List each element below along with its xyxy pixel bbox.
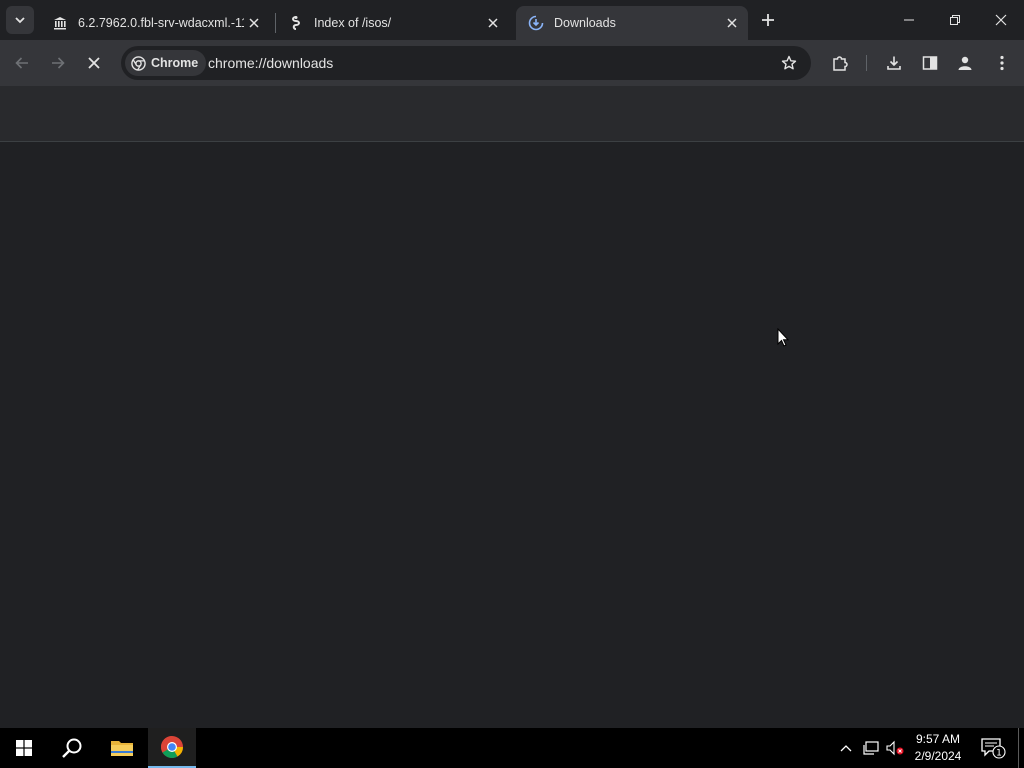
extensions-button[interactable]	[826, 49, 854, 77]
show-desktop-button[interactable]	[1018, 728, 1019, 768]
chrome-taskbar-button[interactable]	[148, 728, 196, 768]
chip-label: Chrome	[151, 56, 199, 70]
search-icon	[62, 738, 82, 758]
network-icon	[863, 741, 879, 755]
network-button[interactable]	[860, 728, 882, 768]
star-icon	[781, 55, 797, 70]
tab-3-title: Downloads	[554, 16, 616, 30]
tab-1-close-icon[interactable]	[244, 13, 264, 33]
folder-icon	[111, 741, 133, 756]
puzzle-icon	[833, 56, 848, 71]
tab-1-title: 6.2.7962.0.fbl-srv-wdacxml.-110	[78, 16, 244, 30]
chrome-icon	[161, 736, 183, 758]
download-icon	[528, 15, 544, 31]
windows-logo-icon	[16, 740, 32, 756]
url-text[interactable]: chrome://downloads	[208, 55, 333, 71]
close-icon	[995, 14, 1007, 26]
tab-3-close-icon[interactable]	[722, 13, 742, 33]
mouse-cursor-icon	[777, 327, 790, 352]
show-hidden-icons-button[interactable]	[836, 728, 856, 768]
forward-button[interactable]	[44, 49, 72, 77]
notification-icon: 1	[981, 738, 1006, 759]
bookmark-star-button[interactable]	[777, 51, 801, 75]
tab-search-button[interactable]	[6, 6, 34, 34]
restore-button[interactable]	[932, 0, 978, 40]
action-center-button[interactable]: 1	[978, 728, 1008, 768]
search-button[interactable]	[48, 728, 96, 768]
start-button[interactable]	[0, 728, 48, 768]
browser-toolbar: Chrome chrome://downloads	[0, 40, 1024, 86]
back-arrow-icon	[15, 57, 28, 69]
tab-2-close-icon[interactable]	[483, 13, 503, 33]
downloads-button[interactable]	[880, 49, 908, 77]
close-window-button[interactable]	[978, 0, 1024, 40]
volume-muted-icon	[886, 740, 904, 756]
menu-button[interactable]	[988, 49, 1016, 77]
clock-date: 2/9/2024	[914, 749, 962, 763]
stop-loading-button[interactable]	[80, 49, 108, 77]
chrome-site-chip[interactable]: Chrome	[125, 50, 207, 76]
notification-count: 1	[996, 749, 1002, 759]
system-clock[interactable]: 9:57 AM 2/9/2024	[905, 731, 971, 765]
minimize-button[interactable]	[886, 0, 932, 40]
file-explorer-button[interactable]	[98, 728, 146, 768]
new-tab-button[interactable]	[756, 8, 780, 32]
stop-x-icon	[88, 57, 100, 69]
tab-2-title: Index of /isos/	[314, 16, 392, 30]
downloads-header	[0, 86, 1024, 142]
chevron-down-icon	[15, 17, 25, 24]
clock-time: 9:57 AM	[915, 732, 961, 746]
side-panel-button[interactable]	[916, 49, 944, 77]
restore-icon	[950, 15, 960, 25]
back-button[interactable]	[8, 49, 36, 77]
tab-strip: 6.2.7962.0.fbl-srv-wdacxml.-110 Index of…	[0, 0, 1024, 40]
side-panel-icon	[922, 56, 938, 70]
kebab-menu-icon	[1000, 55, 1004, 71]
volume-button[interactable]	[884, 728, 906, 768]
snake-icon	[288, 15, 304, 31]
downloads-content	[0, 143, 1024, 728]
tab-1[interactable]: 6.2.7962.0.fbl-srv-wdacxml.-110	[40, 6, 272, 40]
download-tray-icon	[887, 56, 901, 70]
toolbar-separator	[866, 55, 867, 71]
profile-icon	[958, 56, 972, 70]
minimize-icon	[904, 19, 914, 21]
chevron-up-icon	[840, 745, 852, 752]
profile-button[interactable]	[951, 49, 979, 77]
address-bar[interactable]: Chrome chrome://downloads	[121, 46, 811, 80]
tab-3-downloads[interactable]: Downloads	[516, 6, 748, 40]
tab-2[interactable]: Index of /isos/	[276, 6, 510, 40]
plus-icon	[762, 14, 774, 26]
forward-arrow-icon	[52, 57, 65, 69]
taskbar: 9:57 AM 2/9/2024 1	[0, 728, 1024, 768]
museum-icon	[52, 15, 68, 31]
chrome-logo-icon	[131, 55, 146, 71]
